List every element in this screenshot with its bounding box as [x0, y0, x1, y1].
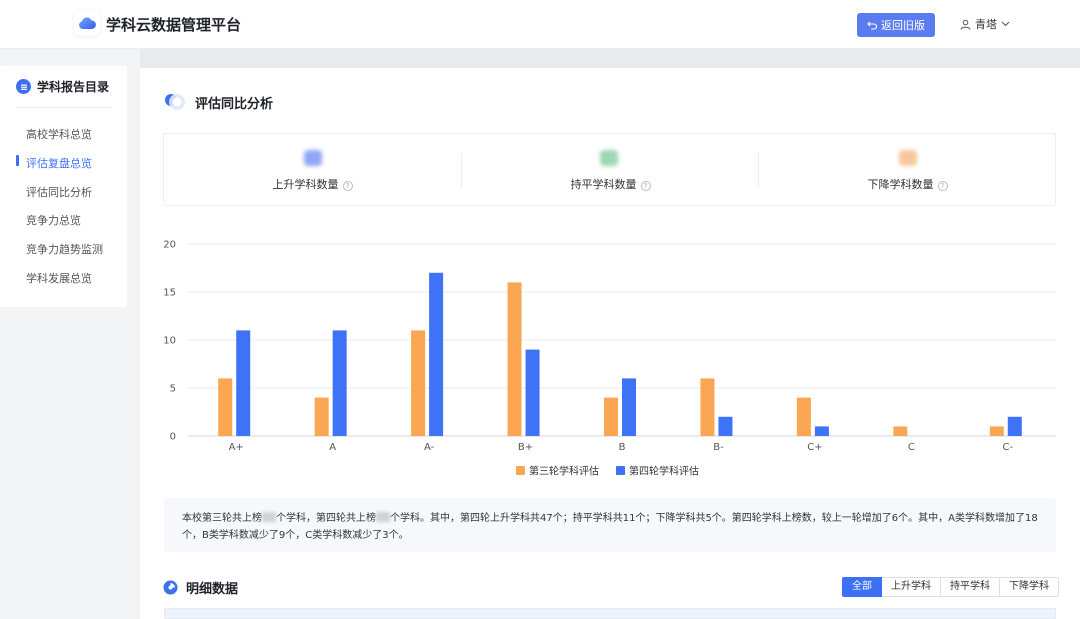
help-icon[interactable]: ? [937, 181, 948, 191]
sidebar-title: 学科报告目录 [37, 80, 110, 94]
x-tick-label: A+ [229, 442, 244, 453]
stat-falling: 下降学科数量? [759, 134, 1056, 205]
stat-falling-label-wrap: 下降学科数量? [759, 176, 1056, 192]
stats-panel: 上升学科数量? 持平学科数量? 下降学科数量? [163, 133, 1056, 206]
x-tick-label: A [329, 442, 336, 453]
tab-flat[interactable]: 持平学科 [941, 577, 1000, 597]
sidebar-header: 学科报告目录 [16, 78, 109, 95]
stat-rising-label-wrap: 上升学科数量? [164, 176, 461, 192]
bar-round4-A- [429, 272, 444, 436]
y-tick-label: 10 [163, 336, 176, 347]
sidebar-item-competitiveness[interactable]: 竞争力总览 [26, 212, 81, 228]
bar-round4-C- [1007, 416, 1022, 436]
sidebar-item-school-overview[interactable]: 高校学科总览 [26, 126, 92, 142]
x-tick-label: C+ [807, 442, 822, 453]
legend-label: 第四轮学科评估 [629, 465, 699, 478]
y-tick-label: 15 [163, 288, 176, 299]
x-tick-label: B [619, 442, 626, 453]
bar-round3-B+ [507, 282, 522, 436]
bar-round3-B- [700, 378, 715, 436]
detail-table-header [164, 608, 1056, 619]
return-icon [867, 21, 877, 30]
bar-round3-C- [989, 426, 1004, 436]
stat-flat: 持平学科数量? [462, 134, 759, 205]
chevron-down-icon [1001, 21, 1010, 27]
section-header-detail: 明细数据 [163, 578, 238, 597]
x-tick-label: C- [1002, 442, 1013, 453]
detail-section-title: 明细数据 [186, 582, 239, 597]
active-indicator [16, 155, 19, 166]
x-tick-label: A- [424, 442, 435, 453]
bar-round4-A+ [236, 330, 251, 436]
legend-swatch [516, 466, 525, 475]
y-tick-label: 0 [170, 432, 176, 443]
bar-round4-C+ [814, 426, 829, 436]
user-icon [960, 19, 971, 30]
pie-chart-icon [163, 580, 178, 595]
comparison-bar-chart: 0 5 10 15 20 A+ A A- B+ B B- C+ C C- 第三轮学科评估 第四轮学科评估 [163, 240, 1056, 478]
legend-swatch [616, 466, 625, 475]
stat-rising-label: 上升学科数量 [272, 178, 339, 191]
help-icon[interactable]: ? [640, 181, 651, 191]
x-tick-label: C [908, 442, 915, 453]
tab-falling[interactable]: 下降学科 [1000, 577, 1059, 597]
user-name: 青塔 [975, 18, 997, 31]
falling-count-value [899, 150, 917, 166]
summary-part-2: 个学科，第四轮共上榜 [276, 513, 376, 524]
sidebar: 学科报告目录 高校学科总览 评估复盘总览 评估同比分析 竞争力总览 竞争力趋势监… [0, 66, 127, 307]
stat-flat-label: 持平学科数量 [570, 178, 637, 191]
bar-round3-B [604, 397, 618, 436]
bar-round4-B [622, 378, 636, 436]
x-tick-label: B- [713, 442, 724, 453]
sidebar-item-development[interactable]: 学科发展总览 [26, 270, 92, 286]
tab-rising[interactable]: 上升学科 [882, 577, 941, 597]
cloud-icon [79, 17, 96, 29]
bar-round3-C [893, 426, 908, 436]
section-header-yoy: 评估同比分析 [163, 92, 273, 112]
stat-falling-label: 下降学科数量 [867, 178, 934, 191]
catalog-icon [16, 79, 31, 94]
section-title: 评估同比分析 [195, 96, 274, 112]
redacted-count [376, 512, 390, 522]
top-bar: 学科云数据管理平台 返回旧版 青塔 [0, 0, 1080, 49]
tab-all[interactable]: 全部 [842, 577, 882, 597]
bar-round3-A+ [218, 378, 233, 436]
app-title: 学科云数据管理平台 [106, 16, 242, 34]
flat-count-value [600, 150, 618, 166]
bar-round3-A [314, 397, 329, 436]
y-tick-label: 20 [163, 240, 176, 251]
x-tick-label: B+ [518, 442, 533, 453]
sidebar-divider [16, 107, 111, 108]
previous-section-edge [140, 49, 1080, 69]
filter-tabs: 全部 上升学科 持平学科 下降学科 [842, 577, 1059, 597]
y-tick-label: 5 [170, 384, 176, 395]
bar-round3-C+ [796, 397, 811, 436]
sidebar-item-evaluation-review[interactable]: 评估复盘总览 [26, 155, 92, 171]
stat-rising: 上升学科数量? [164, 134, 461, 205]
help-icon[interactable]: ? [342, 181, 353, 191]
user-menu[interactable]: 青塔 [960, 16, 1010, 32]
stat-flat-label-wrap: 持平学科数量? [462, 176, 759, 192]
back-to-old-version-button[interactable]: 返回旧版 [857, 13, 935, 37]
redacted-count [262, 512, 276, 522]
summary-part-1: 本校第三轮共上榜 [182, 513, 262, 524]
sidebar-item-yoy-analysis[interactable]: 评估同比分析 [26, 184, 92, 200]
sidebar-item-trend-monitor[interactable]: 竞争力趋势监测 [26, 241, 103, 257]
legend-label: 第三轮学科评估 [529, 465, 599, 478]
bar-round4-B+ [525, 349, 540, 436]
section-icon [165, 94, 185, 110]
back-button-label: 返回旧版 [881, 19, 925, 32]
bar-round4-A [332, 330, 347, 436]
logo[interactable] [74, 10, 100, 36]
rising-count-value [304, 150, 322, 166]
summary-text: 本校第三轮共上榜 个学科，第四轮共上榜 个学科。其中，第四轮上升学科共47个；持平学… [164, 498, 1056, 552]
bar-round4-B- [718, 416, 733, 436]
bar-round3-A- [411, 330, 426, 436]
